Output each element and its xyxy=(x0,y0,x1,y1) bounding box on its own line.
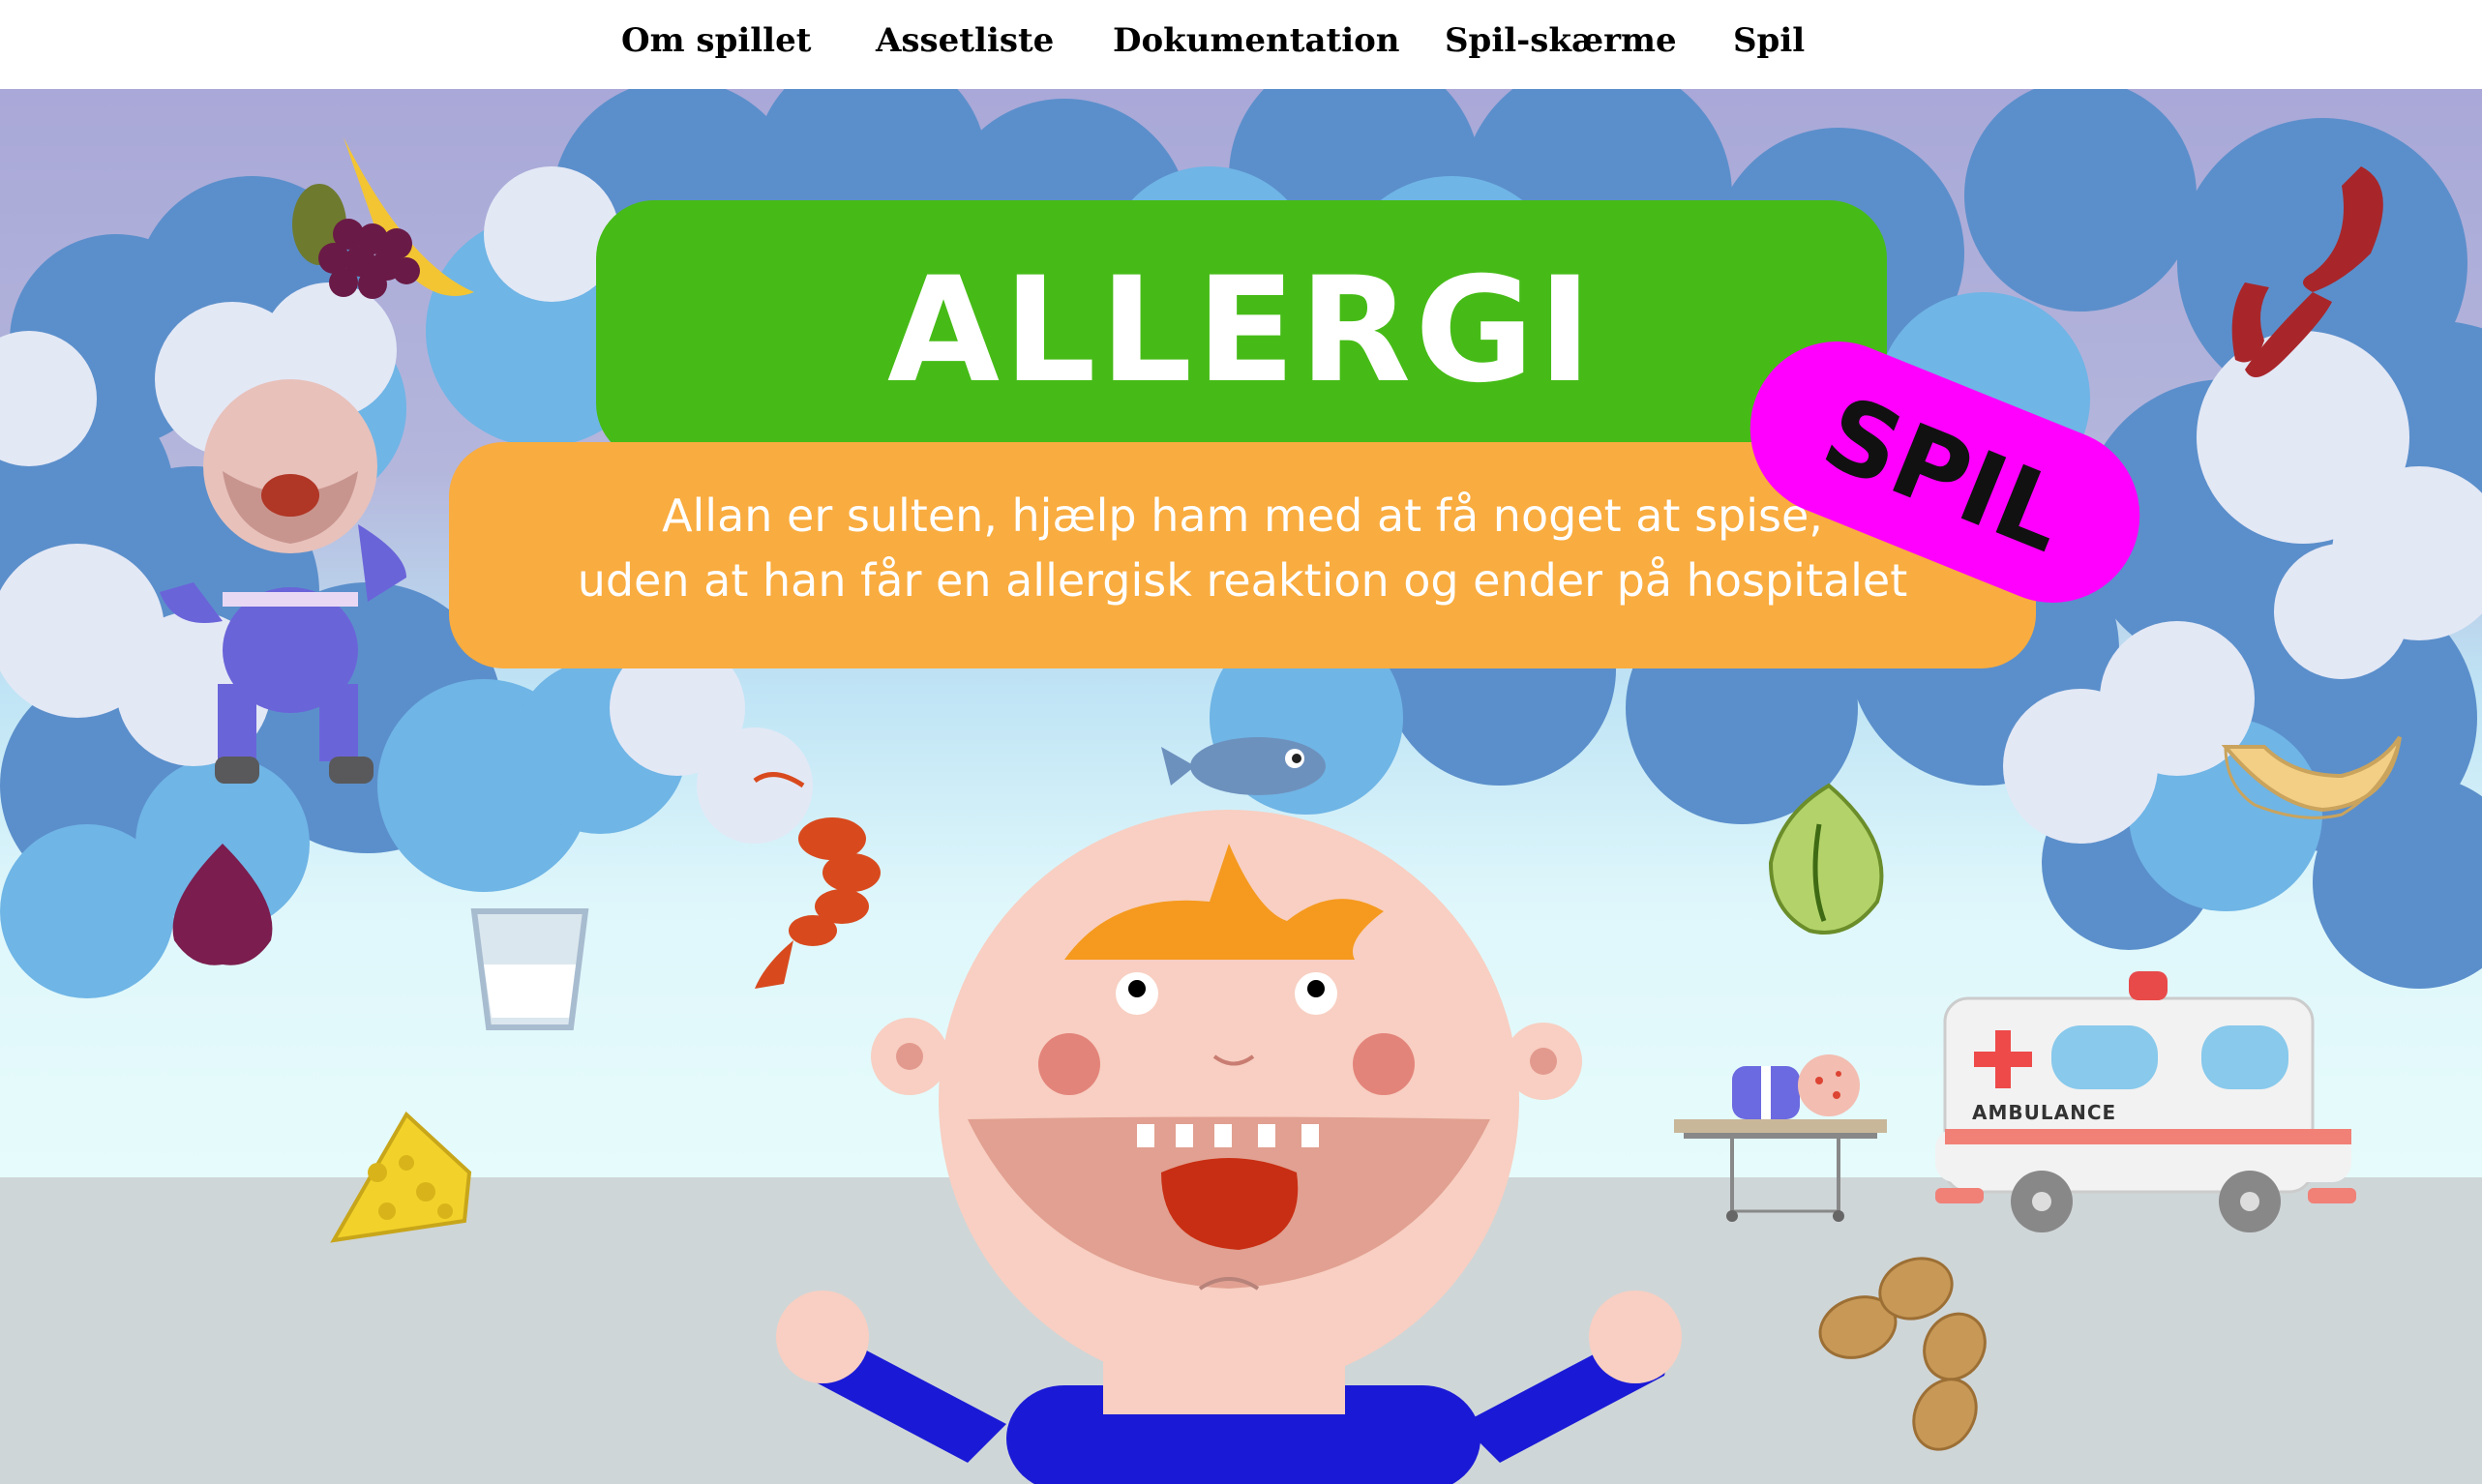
nav-item-om-spillet[interactable]: Om spillet xyxy=(621,21,811,60)
milk-glass-icon xyxy=(470,908,589,1030)
top-nav: Om spillet Assetliste Dokumentation Spil… xyxy=(0,0,2482,89)
nav-item-dokumentation[interactable]: Dokumentation xyxy=(1113,21,1400,60)
nav-item-assetliste[interactable]: Assetliste xyxy=(876,21,1054,60)
nav-item-spil-skaerme[interactable]: Spil-skærme xyxy=(1445,21,1677,60)
subtitle-line-2: uden at han får en allergisk reaktion og… xyxy=(577,554,1908,607)
ambulance-label: AMBULANCE xyxy=(1972,1101,2117,1124)
nav-item-spil[interactable]: Spil xyxy=(1733,21,1805,60)
